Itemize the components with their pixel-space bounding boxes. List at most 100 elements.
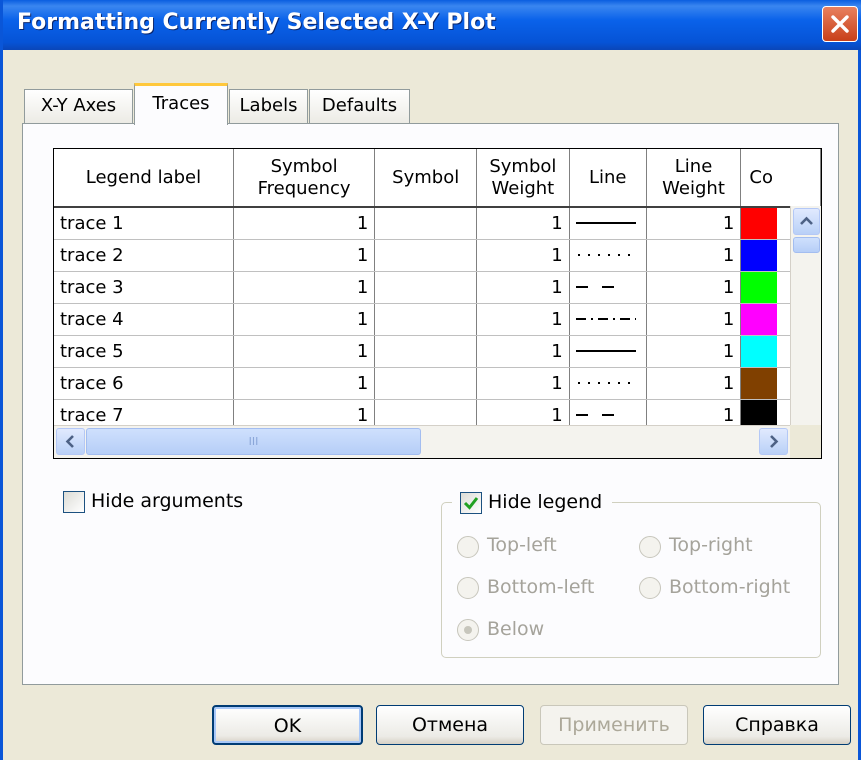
trace-row[interactable]: trace 1111 (54, 207, 821, 240)
symbol-cell[interactable] (374, 239, 478, 272)
legend-label-cell[interactable]: trace 6 (54, 367, 234, 400)
below-label[interactable]: Below (487, 618, 544, 640)
header-line[interactable]: Line (569, 149, 647, 208)
tab-traces[interactable]: Traces (134, 83, 228, 125)
line-style-icon (577, 254, 634, 256)
trace-row[interactable]: trace 6111 (54, 367, 821, 400)
symbol-weight-cell[interactable]: 1 (476, 303, 570, 336)
line-style-cell[interactable] (569, 239, 647, 272)
top-right-label[interactable]: Top-right (669, 534, 753, 556)
symbol-weight-cell[interactable]: 1 (476, 335, 570, 368)
ok-button[interactable]: OK (212, 705, 363, 745)
header-legend-label[interactable]: Legend label (54, 149, 234, 208)
radio-top-left[interactable] (457, 536, 479, 558)
checkmark-icon (463, 497, 479, 510)
help-button[interactable]: Справка (703, 705, 851, 745)
window-title: Formatting Currently Selected X-Y Plot (17, 10, 496, 35)
symbol-cell[interactable] (374, 335, 478, 368)
horizontal-scrollbar[interactable]: III (54, 425, 821, 458)
trace-row[interactable]: trace 5111 (54, 335, 821, 368)
vertical-scrollbar[interactable] (790, 206, 821, 458)
line-weight-cell[interactable]: 1 (646, 239, 742, 272)
cancel-button[interactable]: Отмена (376, 705, 524, 745)
legend-label-cell[interactable]: trace 5 (54, 335, 234, 368)
hide-arguments-label[interactable]: Hide arguments (91, 490, 243, 512)
line-weight-cell[interactable]: 1 (646, 303, 742, 336)
scroll-up-button[interactable] (793, 208, 820, 235)
line-weight-cell[interactable]: 1 (646, 335, 742, 368)
header-symbol-weight[interactable]: Symbol Weight (476, 149, 570, 208)
header-color[interactable]: Co (740, 149, 821, 208)
header-line2: Weight (662, 177, 725, 199)
scroll-thumb-grip: III (248, 435, 259, 448)
legend-label-cell[interactable]: trace 3 (54, 271, 234, 304)
vertical-scroll-thumb[interactable] (793, 237, 820, 253)
radio-below[interactable] (457, 619, 479, 641)
line-style-cell[interactable] (569, 335, 647, 368)
legend-label-cell[interactable]: trace 2 (54, 239, 234, 272)
symbol-weight-cell[interactable]: 1 (476, 271, 570, 304)
symbol-weight-cell[interactable]: 1 (476, 367, 570, 400)
line-style-icon (575, 414, 620, 416)
symbol-frequency-cell[interactable]: 1 (233, 271, 376, 304)
radio-bottom-right[interactable] (639, 577, 661, 599)
symbol-cell[interactable] (374, 367, 478, 400)
tab-xy-axes[interactable]: X-Y Axes (24, 89, 133, 123)
symbol-cell[interactable] (374, 207, 478, 240)
trace-row[interactable]: trace 3111 (54, 271, 821, 304)
scroll-left-button[interactable] (56, 428, 85, 455)
header-color-text: Co (749, 166, 773, 188)
color-swatch (741, 272, 778, 303)
horizontal-scroll-thumb[interactable]: III (86, 428, 421, 455)
header-line-text: Line (588, 166, 627, 188)
chevron-left-icon (65, 435, 74, 448)
symbol-frequency-cell[interactable]: 1 (233, 207, 376, 240)
scroll-right-button[interactable] (759, 428, 788, 455)
symbol-weight-cell[interactable]: 1 (476, 239, 570, 272)
top-left-label[interactable]: Top-left (487, 534, 557, 556)
close-button[interactable] (822, 6, 858, 42)
bottom-right-label[interactable]: Bottom-right (669, 576, 790, 598)
line-style-icon (575, 318, 636, 320)
trace-row[interactable]: trace 2111 (54, 239, 821, 272)
line-weight-cell[interactable]: 1 (646, 271, 742, 304)
radio-bottom-left[interactable] (457, 577, 479, 599)
color-swatch (741, 208, 778, 239)
symbol-cell[interactable] (374, 271, 478, 304)
symbol-cell[interactable] (374, 303, 478, 336)
hide-arguments-checkbox[interactable] (63, 491, 85, 513)
tab-defaults[interactable]: Defaults (309, 89, 410, 123)
trace-row[interactable]: trace 4111 (54, 303, 821, 336)
apply-button[interactable]: Применить (540, 705, 688, 745)
header-symbol-text: Symbol (392, 166, 460, 188)
line-style-cell[interactable] (569, 207, 647, 240)
line-style-cell[interactable] (569, 367, 647, 400)
legend-label-cell[interactable]: trace 1 (54, 207, 234, 240)
chevron-up-icon (800, 216, 813, 225)
symbol-frequency-cell[interactable]: 1 (233, 303, 376, 336)
title-bar[interactable]: Formatting Currently Selected X-Y Plot (3, 0, 861, 50)
header-line-weight[interactable]: Line Weight (646, 149, 742, 208)
hide-legend-label[interactable]: Hide legend (488, 491, 602, 513)
hide-legend-checkbox[interactable] (460, 492, 482, 514)
symbol-weight-cell[interactable]: 1 (476, 207, 570, 240)
symbol-frequency-cell[interactable]: 1 (233, 367, 376, 400)
line-style-cell[interactable] (569, 303, 647, 336)
radio-top-right[interactable] (639, 536, 661, 558)
traces-table: Legend label Symbol Frequency Symbol Symb… (54, 149, 821, 432)
radio-selected-dot (464, 626, 472, 634)
bottom-left-label[interactable]: Bottom-left (487, 576, 594, 598)
symbol-frequency-cell[interactable]: 1 (233, 335, 376, 368)
color-swatch (741, 240, 778, 271)
symbol-frequency-cell[interactable]: 1 (233, 239, 376, 272)
header-line2: Weight (491, 177, 555, 199)
tab-labels[interactable]: Labels (229, 89, 308, 123)
header-line1: Line (674, 155, 713, 177)
header-symbol-frequency[interactable]: Symbol Frequency (233, 149, 376, 208)
line-weight-cell[interactable]: 1 (646, 367, 742, 400)
header-line1: Symbol (270, 155, 338, 177)
line-weight-cell[interactable]: 1 (646, 207, 742, 240)
line-style-cell[interactable] (569, 271, 647, 304)
legend-label-cell[interactable]: trace 4 (54, 303, 234, 336)
header-symbol[interactable]: Symbol (374, 149, 478, 208)
